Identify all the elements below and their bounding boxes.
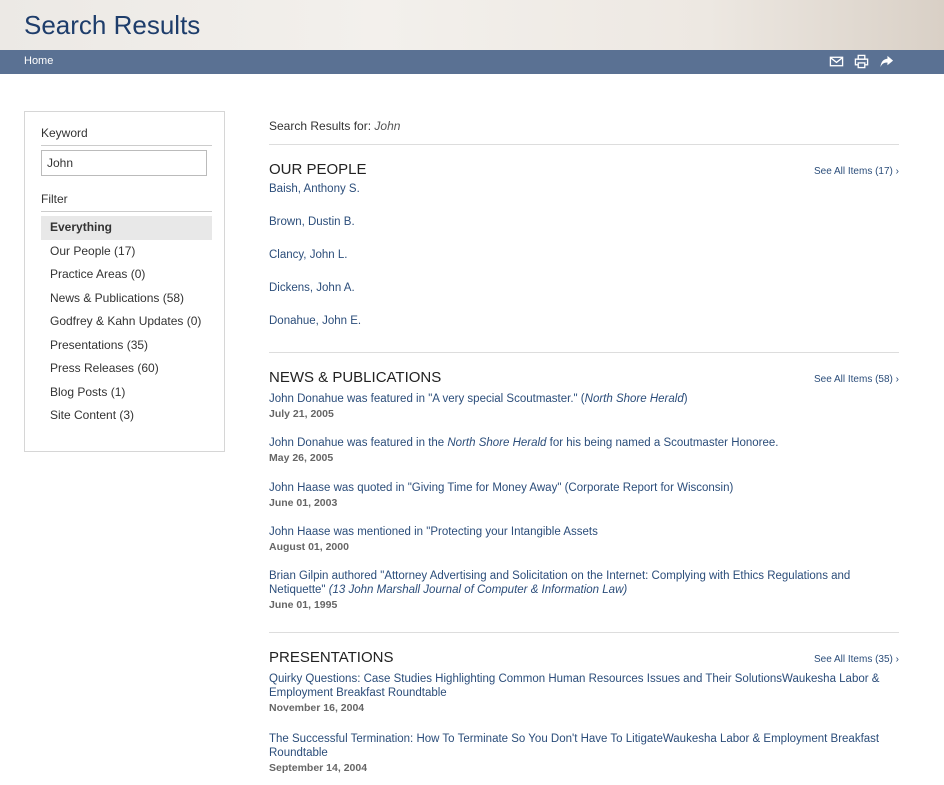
search-results: Search Results for: John OUR PEOPLE See … xyxy=(269,112,899,774)
results-term: John xyxy=(374,119,401,133)
filter-news-publications[interactable]: News & Publications (58) xyxy=(41,287,212,311)
news-item-date: June 01, 2003 xyxy=(269,497,338,509)
page-title: Search Results xyxy=(24,10,201,40)
presentations-section-header: PRESENTATIONS See All Items (35) › xyxy=(269,649,899,666)
person-link[interactable]: Donahue, John E. xyxy=(269,315,361,327)
news-item: John Donahue was featured in the North S… xyxy=(269,436,899,481)
news-item-date: June 01, 1995 xyxy=(269,599,338,611)
results-prefix: Search Results for: xyxy=(269,119,372,133)
presentation-item-link[interactable]: Quirky Questions: Case Studies Highlight… xyxy=(269,673,879,699)
people-see-all-link[interactable]: See All Items (17) › xyxy=(814,166,899,177)
nav-bar: Home xyxy=(0,50,944,74)
filter-label: Filter xyxy=(41,192,212,212)
person-link[interactable]: Brown, Dustin B. xyxy=(269,216,355,228)
filter-our-people[interactable]: Our People (17) xyxy=(41,240,212,264)
presentation-item: The Successful Termination: How To Termi… xyxy=(269,732,899,774)
presentation-item-date: September 14, 2004 xyxy=(269,762,368,774)
presentation-item-date: November 16, 2004 xyxy=(269,702,365,714)
keyword-label: Keyword xyxy=(41,126,212,146)
news-section-title: NEWS & PUBLICATIONS xyxy=(269,369,442,386)
presentation-item-link[interactable]: The Successful Termination: How To Termi… xyxy=(269,733,879,759)
keyword-input[interactable] xyxy=(41,150,207,176)
people-section: OUR PEOPLE See All Items (17) › Baish, A… xyxy=(269,145,899,353)
page-header: Search Results xyxy=(0,0,944,50)
filter-practice-areas[interactable]: Practice Areas (0) xyxy=(41,263,212,287)
people-section-title: OUR PEOPLE xyxy=(269,161,367,178)
news-item-link[interactable]: Brian Gilpin authored "Attorney Advertis… xyxy=(269,570,850,596)
presentations-see-all-link[interactable]: See All Items (35) › xyxy=(814,654,899,665)
people-list: Baish, Anthony S. Brown, Dustin B. Clanc… xyxy=(269,183,899,348)
news-item: Brian Gilpin authored "Attorney Advertis… xyxy=(269,569,899,611)
news-item-date: July 21, 2005 xyxy=(269,408,334,420)
share-icon[interactable] xyxy=(879,54,894,69)
page-tools xyxy=(829,54,894,69)
presentations-section: PRESENTATIONS See All Items (35) › Quirk… xyxy=(269,633,899,774)
news-item: John Haase was mentioned in "Protecting … xyxy=(269,525,899,569)
filter-site-content[interactable]: Site Content (3) xyxy=(41,404,212,428)
filter-press-releases[interactable]: Press Releases (60) xyxy=(41,357,212,381)
person-link[interactable]: Baish, Anthony S. xyxy=(269,183,360,195)
print-icon[interactable] xyxy=(854,54,869,69)
email-icon[interactable] xyxy=(829,54,844,69)
filter-list: Everything Our People (17) Practice Area… xyxy=(41,216,212,428)
news-see-all-link[interactable]: See All Items (58) › xyxy=(814,374,899,385)
news-item-date: August 01, 2000 xyxy=(269,541,349,553)
news-item-date: May 26, 2005 xyxy=(269,452,334,464)
presentation-item: Quirky Questions: Case Studies Highlight… xyxy=(269,672,899,732)
filter-blog-posts[interactable]: Blog Posts (1) xyxy=(41,381,212,405)
news-item-link[interactable]: John Donahue was featured in "A very spe… xyxy=(269,393,688,405)
presentations-section-title: PRESENTATIONS xyxy=(269,649,394,666)
filter-presentations[interactable]: Presentations (35) xyxy=(41,334,212,358)
news-item: John Haase was quoted in "Giving Time fo… xyxy=(269,481,899,525)
person-link[interactable]: Clancy, John L. xyxy=(269,249,347,261)
person-link[interactable]: Dickens, John A. xyxy=(269,282,355,294)
news-item: John Donahue was featured in "A very spe… xyxy=(269,392,899,436)
results-summary: Search Results for: John xyxy=(269,112,899,145)
news-section: NEWS & PUBLICATIONS See All Items (58) ›… xyxy=(269,353,899,633)
search-sidebar: Keyword Filter Everything Our People (17… xyxy=(24,111,225,452)
news-item-link[interactable]: John Haase was quoted in "Giving Time fo… xyxy=(269,482,733,494)
filter-godfrey-kahn-updates[interactable]: Godfrey & Kahn Updates (0) xyxy=(41,310,212,334)
filter-everything[interactable]: Everything xyxy=(41,216,212,240)
news-item-link[interactable]: John Haase was mentioned in "Protecting … xyxy=(269,526,598,538)
news-section-header: NEWS & PUBLICATIONS See All Items (58) › xyxy=(269,369,899,386)
news-item-link[interactable]: John Donahue was featured in the North S… xyxy=(269,437,779,449)
people-section-header: OUR PEOPLE See All Items (17) › xyxy=(269,161,899,178)
nav-home-link[interactable]: Home xyxy=(24,55,53,67)
